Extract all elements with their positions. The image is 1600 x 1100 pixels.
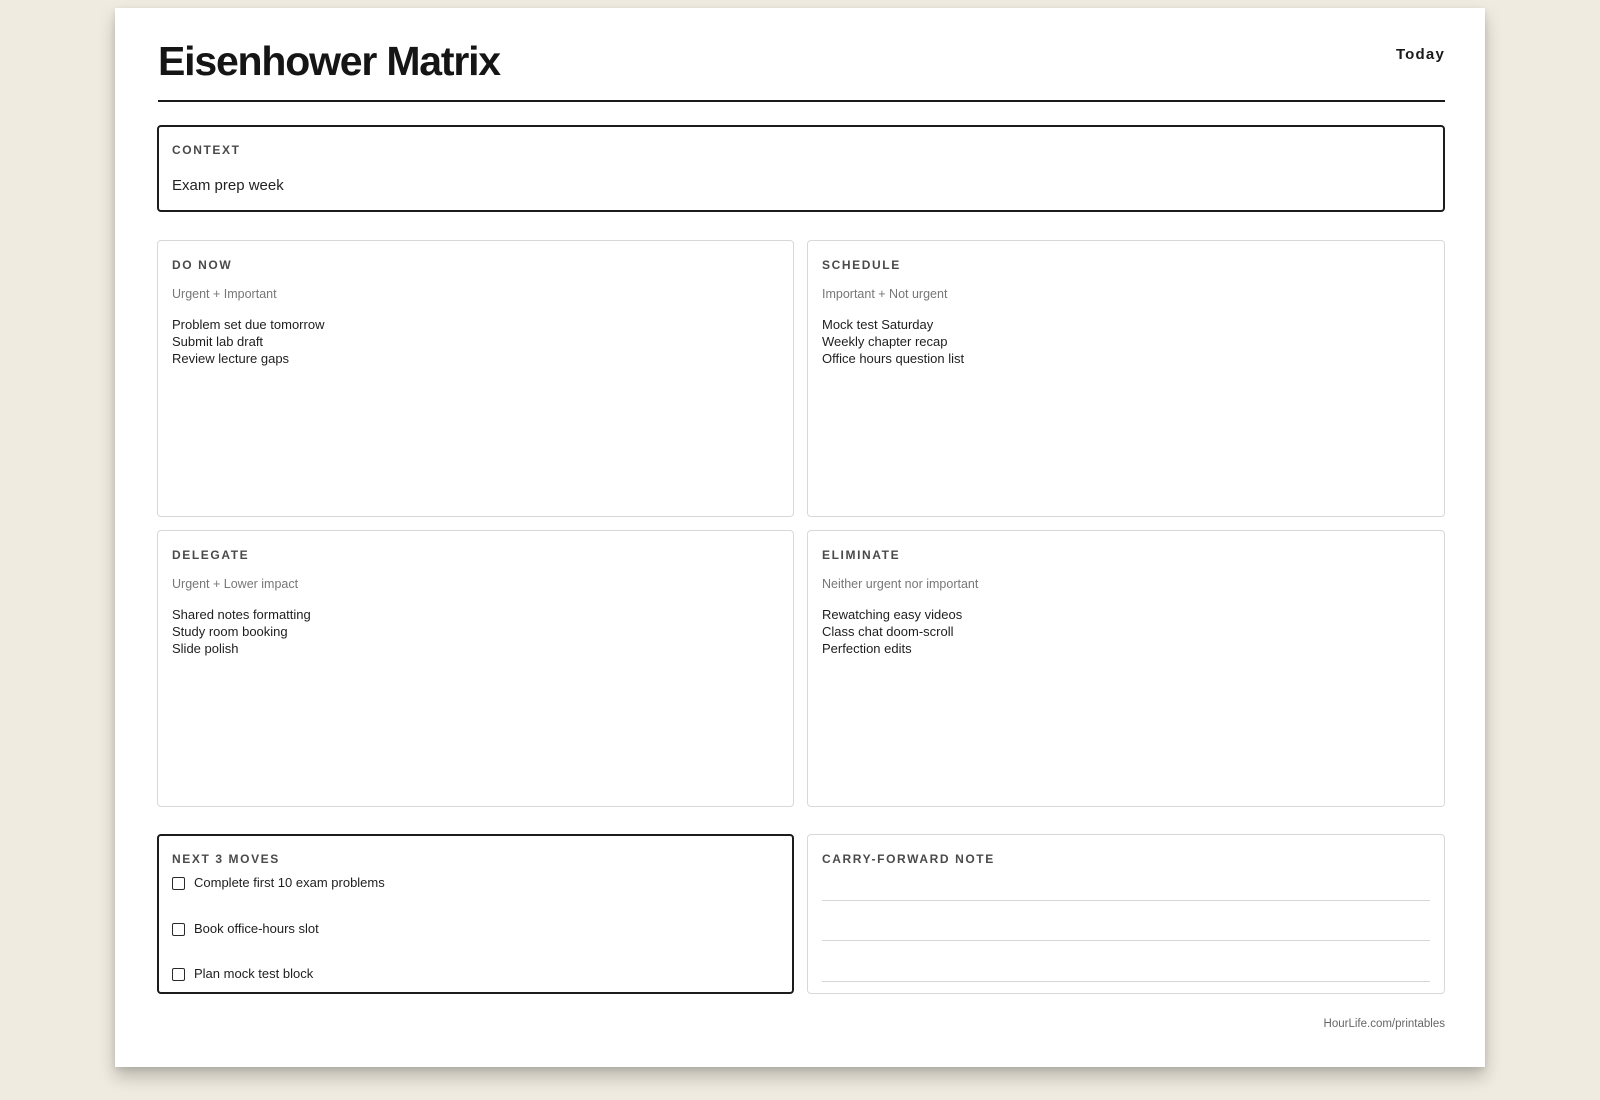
move-label: Plan mock test block bbox=[194, 966, 314, 981]
quadrant-subtitle: Urgent + Lower impact bbox=[172, 577, 299, 591]
list-item[interactable]: Problem set due tomorrow bbox=[172, 316, 324, 333]
list-item[interactable]: Office hours question list bbox=[822, 350, 964, 367]
checkbox[interactable] bbox=[172, 923, 185, 936]
quadrant-eliminate: ELIMINATE Neither urgent nor important R… bbox=[807, 530, 1445, 807]
list-item[interactable]: Shared notes formatting bbox=[172, 606, 311, 623]
context-value[interactable]: Exam prep week bbox=[172, 177, 284, 194]
page-title: Eisenhower Matrix bbox=[158, 38, 501, 84]
quadrant-item-list: Problem set due tomorrow Submit lab draf… bbox=[172, 316, 324, 367]
checkbox[interactable] bbox=[172, 968, 185, 981]
move-item[interactable]: Plan mock test block bbox=[172, 966, 313, 981]
quadrant-heading: DO NOW bbox=[172, 258, 233, 272]
note-line[interactable] bbox=[822, 940, 1430, 941]
quadrant-item-list: Rewatching easy videos Class chat doom-s… bbox=[822, 606, 962, 657]
quadrant-item-list: Mock test Saturday Weekly chapter recap … bbox=[822, 316, 964, 367]
printable-sheet: Eisenhower Matrix Today CONTEXT Exam pre… bbox=[115, 8, 1485, 1067]
context-heading: CONTEXT bbox=[172, 143, 241, 157]
carry-forward-heading: CARRY-FORWARD NOTE bbox=[822, 852, 995, 866]
list-item[interactable]: Study room booking bbox=[172, 623, 311, 640]
note-line[interactable] bbox=[822, 900, 1430, 901]
list-item[interactable]: Weekly chapter recap bbox=[822, 333, 964, 350]
quadrant-subtitle: Neither urgent nor important bbox=[822, 577, 979, 591]
carry-forward-box: CARRY-FORWARD NOTE bbox=[807, 834, 1445, 994]
quadrant-schedule: SCHEDULE Important + Not urgent Mock tes… bbox=[807, 240, 1445, 517]
list-item[interactable]: Class chat doom-scroll bbox=[822, 623, 962, 640]
next-moves-heading: NEXT 3 MOVES bbox=[172, 852, 280, 866]
next-moves-box: NEXT 3 MOVES Complete first 10 exam prob… bbox=[157, 834, 794, 994]
move-label: Book office-hours slot bbox=[194, 921, 319, 936]
move-label: Complete first 10 exam problems bbox=[194, 875, 385, 890]
context-box[interactable]: CONTEXT Exam prep week bbox=[157, 125, 1445, 212]
move-item[interactable]: Book office-hours slot bbox=[172, 921, 319, 936]
footer-link: HourLife.com/printables bbox=[1323, 1018, 1445, 1030]
note-line[interactable] bbox=[822, 981, 1430, 982]
quadrant-heading: DELEGATE bbox=[172, 548, 250, 562]
date-label: Today bbox=[1395, 46, 1445, 63]
title-divider bbox=[158, 100, 1445, 102]
list-item[interactable]: Submit lab draft bbox=[172, 333, 324, 350]
list-item[interactable]: Mock test Saturday bbox=[822, 316, 964, 333]
quadrant-heading: ELIMINATE bbox=[822, 548, 901, 562]
quadrant-do-now: DO NOW Urgent + Important Problem set du… bbox=[157, 240, 794, 517]
list-item[interactable]: Rewatching easy videos bbox=[822, 606, 962, 623]
list-item[interactable]: Perfection edits bbox=[822, 640, 962, 657]
quadrant-subtitle: Important + Not urgent bbox=[822, 287, 948, 301]
list-item[interactable]: Slide polish bbox=[172, 640, 311, 657]
quadrant-delegate: DELEGATE Urgent + Lower impact Shared no… bbox=[157, 530, 794, 807]
checkbox[interactable] bbox=[172, 877, 185, 890]
quadrant-subtitle: Urgent + Important bbox=[172, 287, 277, 301]
list-item[interactable]: Review lecture gaps bbox=[172, 350, 324, 367]
quadrant-item-list: Shared notes formatting Study room booki… bbox=[172, 606, 311, 657]
move-item[interactable]: Complete first 10 exam problems bbox=[172, 875, 385, 890]
quadrant-heading: SCHEDULE bbox=[822, 258, 901, 272]
